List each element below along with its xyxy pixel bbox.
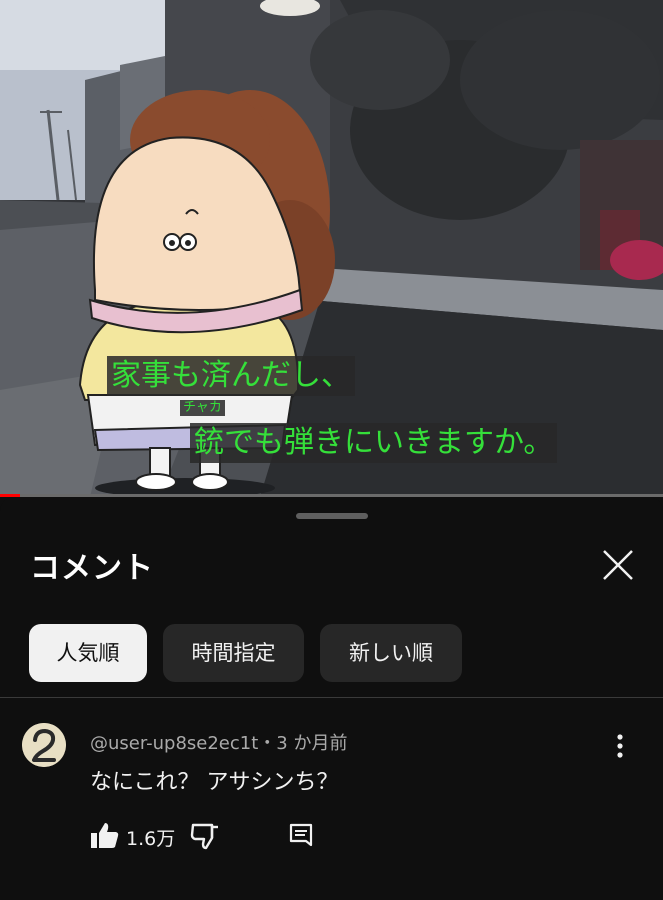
sort-chip-newest[interactable]: 新しい順: [320, 624, 462, 682]
avatar[interactable]: [22, 723, 66, 767]
subtitle-ruby: チャカ: [180, 400, 225, 416]
comment-text: なにこれ？ アサシンち？: [90, 770, 339, 795]
sort-chip-timestamp[interactable]: 時間指定: [163, 624, 304, 682]
like-button[interactable]: [88, 819, 122, 853]
divider: [0, 697, 663, 698]
like-count: 1.6万: [126, 828, 176, 850]
dislike-icon: [190, 823, 218, 850]
drag-handle[interactable]: [296, 513, 368, 519]
close-button[interactable]: [596, 543, 640, 587]
more-vert-icon: [617, 734, 623, 758]
comments-panel: コメント 人気順 時間指定 新しい順 @user-up8se2ec1t・3 か月…: [0, 497, 663, 900]
sort-chip-top[interactable]: 人気順: [29, 624, 147, 682]
subtitle-line-1: 家事も済んだし、: [107, 356, 355, 396]
reply-button[interactable]: [284, 819, 318, 853]
panel-title: コメント: [30, 551, 154, 586]
more-options-button[interactable]: [606, 729, 634, 763]
like-icon: [91, 823, 119, 848]
number-2-avatar-icon: [22, 723, 66, 767]
comment-author-meta[interactable]: @user-up8se2ec1t・3 か月前: [90, 729, 347, 755]
subtitle-line-2: 銃でも弾きにいきますか。: [190, 423, 558, 463]
reply-icon: [289, 823, 313, 847]
video-player[interactable]: 家事も済んだし、 チャカ 銃でも弾きにいきますか。: [0, 0, 663, 497]
dislike-button[interactable]: [188, 819, 222, 853]
close-icon: [603, 550, 633, 580]
